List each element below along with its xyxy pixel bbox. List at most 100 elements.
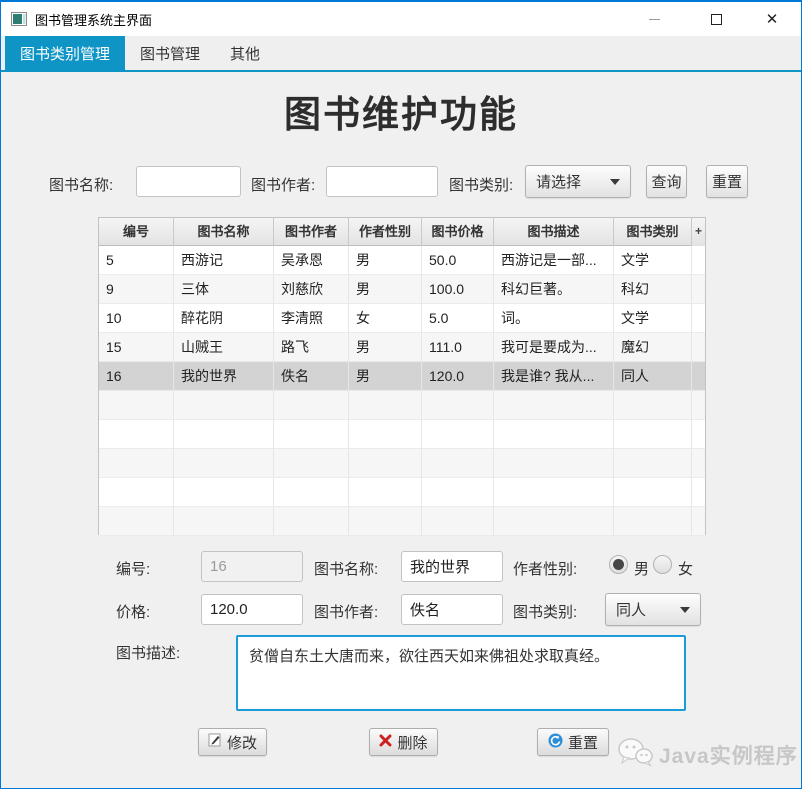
watermark-text: Java实例程序 [659,744,798,768]
table-cell [274,507,349,535]
table-cell [174,420,274,448]
table-row[interactable]: 16 我的世界 佚名男 120.0 我是谁? 我从... 同人 [99,362,705,391]
table-row[interactable]: 5 西游记 吴承恩男 50.0 西游记是一部... 文学 [99,246,705,275]
search-book-name-input[interactable] [136,166,241,197]
maximize-icon [710,13,722,25]
column-header[interactable]: 图书描述 [494,218,614,246]
column-header[interactable]: 图书作者 [274,218,349,246]
table-cell: 我的世界 [174,362,274,390]
table-cell [422,507,494,535]
delete-button[interactable]: 删除 [369,728,438,756]
search-category-value: 请选择 [536,174,582,191]
table-cell: 西游记 [174,246,274,274]
gender-male-radio[interactable] [609,555,628,574]
query-button[interactable]: 查询 [646,165,687,198]
table-cell: 5 [99,246,174,274]
table-cell: 5.0 [422,304,494,332]
table-cell: 山贼王 [174,333,274,361]
minimize-button[interactable] [631,2,677,36]
table-row[interactable] [99,478,705,507]
table-cell [494,391,614,419]
chat-bubbles-icon [617,737,653,772]
table-cell: 男 [349,246,422,274]
table-cell: 9 [99,275,174,303]
form-category-select[interactable]: 同人 [605,593,701,626]
form-book-name-label: 图书名称: [314,561,379,578]
form-author-input[interactable] [401,594,503,625]
table-body: 5 西游记 吴承恩男 50.0 西游记是一部... 文学 9 三体 刘慈欣男 100.0 科幻巨著。… [99,246,705,536]
app-icon [11,12,27,26]
table-cell [99,478,174,506]
table-cell: 魔幻 [614,333,692,361]
chevron-down-icon [610,178,620,185]
form-price-input[interactable] [201,594,303,625]
table-row[interactable]: 10 醉花阴 李清照女 5.0 词。 文学 [99,304,705,333]
gender-female-radio[interactable] [653,555,672,574]
table-cell [614,478,692,506]
table-header-row: 编号 图书名称 图书作者 作者性别 图书价格 图书描述 图书类别 + [99,218,705,246]
table-row[interactable] [99,449,705,478]
gender-male-label: 男 [634,561,650,578]
form-book-name-input[interactable] [401,551,503,582]
form-category-label: 图书类别: [513,604,578,621]
table-cell [349,420,422,448]
table-row[interactable]: 9 三体 刘慈欣男 100.0 科幻巨著。 科幻 [99,275,705,304]
form-gender-label: 作者性别: [513,561,578,578]
table-cell [349,507,422,535]
table-cell [494,420,614,448]
table-cell [614,391,692,419]
table-cell: 科幻 [614,275,692,303]
table-cell [174,391,274,419]
table-cell [422,420,494,448]
table-cell [422,449,494,477]
table-cell [494,449,614,477]
table-cell [614,449,692,477]
table-cell [614,420,692,448]
table-cell [349,391,422,419]
table-cell [99,507,174,535]
tab-book-management[interactable]: 图书管理 [125,36,215,70]
edit-button[interactable]: 修改 [198,728,267,756]
table-row[interactable] [99,507,705,536]
form-category-value: 同人 [616,602,647,619]
table-cell: 女 [349,304,422,332]
table-cell [349,449,422,477]
search-book-author-input[interactable] [326,166,438,197]
window-title: 图书管理系统主界面 [35,12,153,28]
delete-button-label: 删除 [397,734,428,752]
table-row[interactable]: 15 山贼王 路飞男 111.0 我可是要成为... 魔幻 [99,333,705,362]
table-cell: 醉花阴 [174,304,274,332]
table-cell: 男 [349,275,422,303]
form-id-input [201,551,303,582]
search-book-category-label: 图书类别: [449,177,514,194]
book-description-textarea[interactable]: 贫僧自东土大唐而来，欲往西天如来佛祖处求取真经。 [236,635,686,711]
column-header[interactable]: 编号 [99,218,174,246]
minimize-icon [648,18,660,20]
tab-book-category-management[interactable]: 图书类别管理 [5,36,126,70]
maximize-button[interactable] [693,2,739,36]
table-cell [99,420,174,448]
search-reset-button[interactable]: 重置 [706,165,748,198]
tab-other[interactable]: 其他 [215,36,275,70]
table-cell [274,478,349,506]
table-cell [494,507,614,535]
edit-pencil-icon [208,733,222,751]
table-cell [274,449,349,477]
table-row[interactable] [99,391,705,420]
column-header[interactable]: 图书类别 [614,218,692,246]
form-reset-button[interactable]: 重置 [537,728,609,756]
table-menu-button[interactable]: + [692,218,705,246]
table-cell: 男 [349,333,422,361]
column-header[interactable]: 作者性别 [349,218,422,246]
search-category-select[interactable]: 请选择 [525,165,631,198]
table-row[interactable] [99,420,705,449]
table-cell [494,478,614,506]
table-cell [422,391,494,419]
column-header[interactable]: 图书价格 [422,218,494,246]
table-cell: 路飞 [274,333,349,361]
column-header[interactable]: 图书名称 [174,218,274,246]
table-cell: 西游记是一部... [494,246,614,274]
close-icon: ✕ [765,10,779,28]
close-button[interactable]: ✕ [749,2,795,36]
delete-x-icon [379,734,392,751]
